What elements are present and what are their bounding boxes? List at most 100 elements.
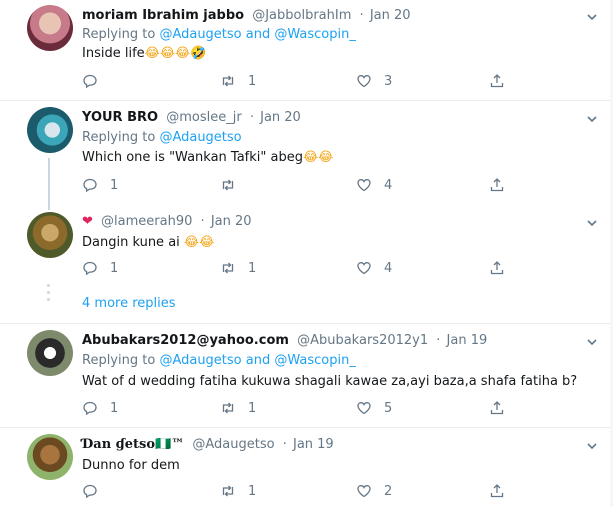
dot-separator: · — [359, 8, 364, 23]
retweet-count: 1 — [248, 400, 257, 416]
tweet-text-content: Which one is "Wankan Tafki" abeg — [82, 150, 303, 165]
avatar[interactable] — [27, 330, 73, 376]
share-button[interactable] — [489, 400, 505, 416]
dot-separator: · — [436, 333, 441, 348]
tweet-text-content: Wat of d wedding fatiha kukuwa shagali k… — [82, 374, 578, 389]
retweet-button[interactable]: 1 — [220, 73, 256, 89]
dot-separator: · — [249, 110, 254, 125]
reply-count: 1 — [110, 260, 119, 276]
tweet-text-content: Dunno for dem — [82, 458, 180, 473]
like-count: 4 — [384, 177, 393, 193]
like-button[interactable]: 5 — [356, 400, 392, 416]
display-name[interactable]: ❤ — [82, 214, 93, 229]
retweet-count: 1 — [248, 483, 257, 499]
reply-icon — [83, 74, 97, 89]
chevron-down-icon[interactable] — [585, 112, 599, 126]
tweet-5[interactable]: Ɗan ɠetso🇳🇬™ @Adaugetso · Jan 19 Dunno f… — [0, 428, 613, 507]
share-button[interactable] — [489, 73, 505, 89]
replying-to-link[interactable]: @Adaugetso — [159, 130, 241, 145]
like-count: 2 — [384, 483, 393, 499]
share-button[interactable] — [489, 483, 505, 499]
chevron-down-icon[interactable] — [585, 10, 599, 24]
heart-icon — [357, 75, 371, 88]
replying-to: Replying to @Adaugetso and @Wascopin_ — [82, 353, 356, 368]
reply-icon — [83, 178, 97, 193]
like-count: 4 — [384, 260, 393, 276]
display-name[interactable]: Ɗan ɠetso🇳🇬™ — [82, 437, 184, 452]
handle[interactable]: @Abubakars2012y1 — [297, 333, 428, 348]
handle[interactable]: @JabbolbrahIm — [252, 8, 351, 23]
heart-icon — [357, 402, 371, 415]
retweet-icon — [222, 402, 234, 414]
tweet-2[interactable]: YOUR BRO @moslee_jr · Jan 20 Replying to… — [0, 101, 613, 205]
timestamp[interactable]: Jan 19 — [447, 333, 488, 348]
heart-icon — [357, 262, 371, 275]
like-button[interactable]: 4 — [356, 260, 392, 276]
reply-button[interactable] — [82, 483, 110, 499]
timestamp[interactable]: Jan 19 — [293, 437, 334, 452]
tweet-text-content: Dangin kune ai — [82, 235, 184, 250]
emoji: 😂😂😂🤣 — [144, 46, 207, 61]
tweet-1[interactable]: moriam Ibrahim jabbo @JabbolbrahIm · Jan… — [0, 0, 613, 100]
chevron-down-icon[interactable] — [585, 439, 599, 453]
display-name[interactable]: moriam Ibrahim jabbo — [82, 8, 244, 23]
avatar[interactable] — [27, 5, 73, 51]
replying-to-link[interactable]: @Adaugetso and @Wascopin_ — [159, 27, 355, 42]
retweet-count: 1 — [248, 73, 257, 89]
like-count: 3 — [384, 73, 393, 89]
like-button[interactable]: 2 — [356, 483, 392, 499]
timestamp[interactable]: Jan 20 — [370, 8, 411, 23]
avatar[interactable] — [27, 212, 73, 258]
retweet-button[interactable] — [220, 177, 248, 193]
tweet-text: Dunno for dem — [82, 458, 180, 473]
retweet-button[interactable]: 1 — [220, 260, 256, 276]
more-replies-link[interactable]: 4 more replies — [82, 296, 176, 311]
share-icon — [490, 178, 504, 192]
retweet-button[interactable]: 1 — [220, 483, 256, 499]
share-icon — [490, 74, 504, 88]
like-button[interactable]: 3 — [356, 73, 392, 89]
share-button[interactable] — [489, 177, 505, 193]
avatar[interactable] — [27, 434, 73, 480]
share-icon — [490, 261, 504, 275]
like-button[interactable]: 4 — [356, 177, 392, 193]
reply-count: 1 — [110, 400, 119, 416]
handle[interactable]: @moslee_jr — [166, 110, 241, 125]
reply-button[interactable]: 1 — [82, 177, 118, 193]
reply-button[interactable] — [82, 73, 110, 89]
chevron-down-icon[interactable] — [585, 335, 599, 349]
handle[interactable]: @lameerah90 — [101, 214, 192, 229]
tweet-4[interactable]: Abubakars2012@yahoo.com @Abubakars2012y1… — [0, 324, 613, 428]
reply-icon — [83, 261, 97, 276]
tweet-text-content: Inside life — [82, 46, 145, 61]
share-button[interactable] — [489, 260, 505, 276]
reply-button[interactable]: 1 — [82, 400, 118, 416]
heart-icon — [357, 179, 371, 192]
tweet-header: Abubakars2012@yahoo.com @Abubakars2012y1… — [82, 333, 487, 348]
replying-to-link[interactable]: @Adaugetso and @Wascopin_ — [159, 353, 355, 368]
timestamp[interactable]: Jan 20 — [260, 110, 301, 125]
avatar[interactable] — [27, 107, 73, 153]
handle[interactable]: @Adaugetso — [192, 437, 274, 452]
reply-count: 1 — [110, 177, 119, 193]
share-icon — [490, 401, 504, 415]
tweet-text: Which one is "Wankan Tafki" abeg😂😂 — [82, 150, 333, 165]
retweet-icon — [222, 75, 234, 87]
retweet-button[interactable]: 1 — [220, 400, 256, 416]
like-count: 5 — [384, 400, 393, 416]
display-name[interactable]: Abubakars2012@yahoo.com — [82, 333, 289, 348]
replying-prefix: Replying to — [82, 27, 160, 42]
tweet-3[interactable]: ❤ @lameerah90 · Jan 20 Dangin kune ai 😂😂… — [0, 205, 613, 287]
display-name[interactable]: YOUR BRO — [82, 110, 158, 125]
replying-to: Replying to @Adaugetso and @Wascopin_ — [82, 27, 356, 42]
tweet-text: Wat of d wedding fatiha kukuwa shagali k… — [82, 374, 577, 389]
emoji: 😂😂 — [183, 235, 215, 250]
reply-button[interactable]: 1 — [82, 260, 118, 276]
tweet-header: ❤ @lameerah90 · Jan 20 — [82, 214, 252, 229]
emoji: 😂😂 — [302, 150, 334, 165]
share-icon — [490, 484, 504, 498]
replying-to: Replying to @Adaugetso — [82, 130, 242, 145]
chevron-down-icon[interactable] — [585, 216, 599, 230]
replying-prefix: Replying to — [82, 353, 160, 368]
timestamp[interactable]: Jan 20 — [211, 214, 252, 229]
